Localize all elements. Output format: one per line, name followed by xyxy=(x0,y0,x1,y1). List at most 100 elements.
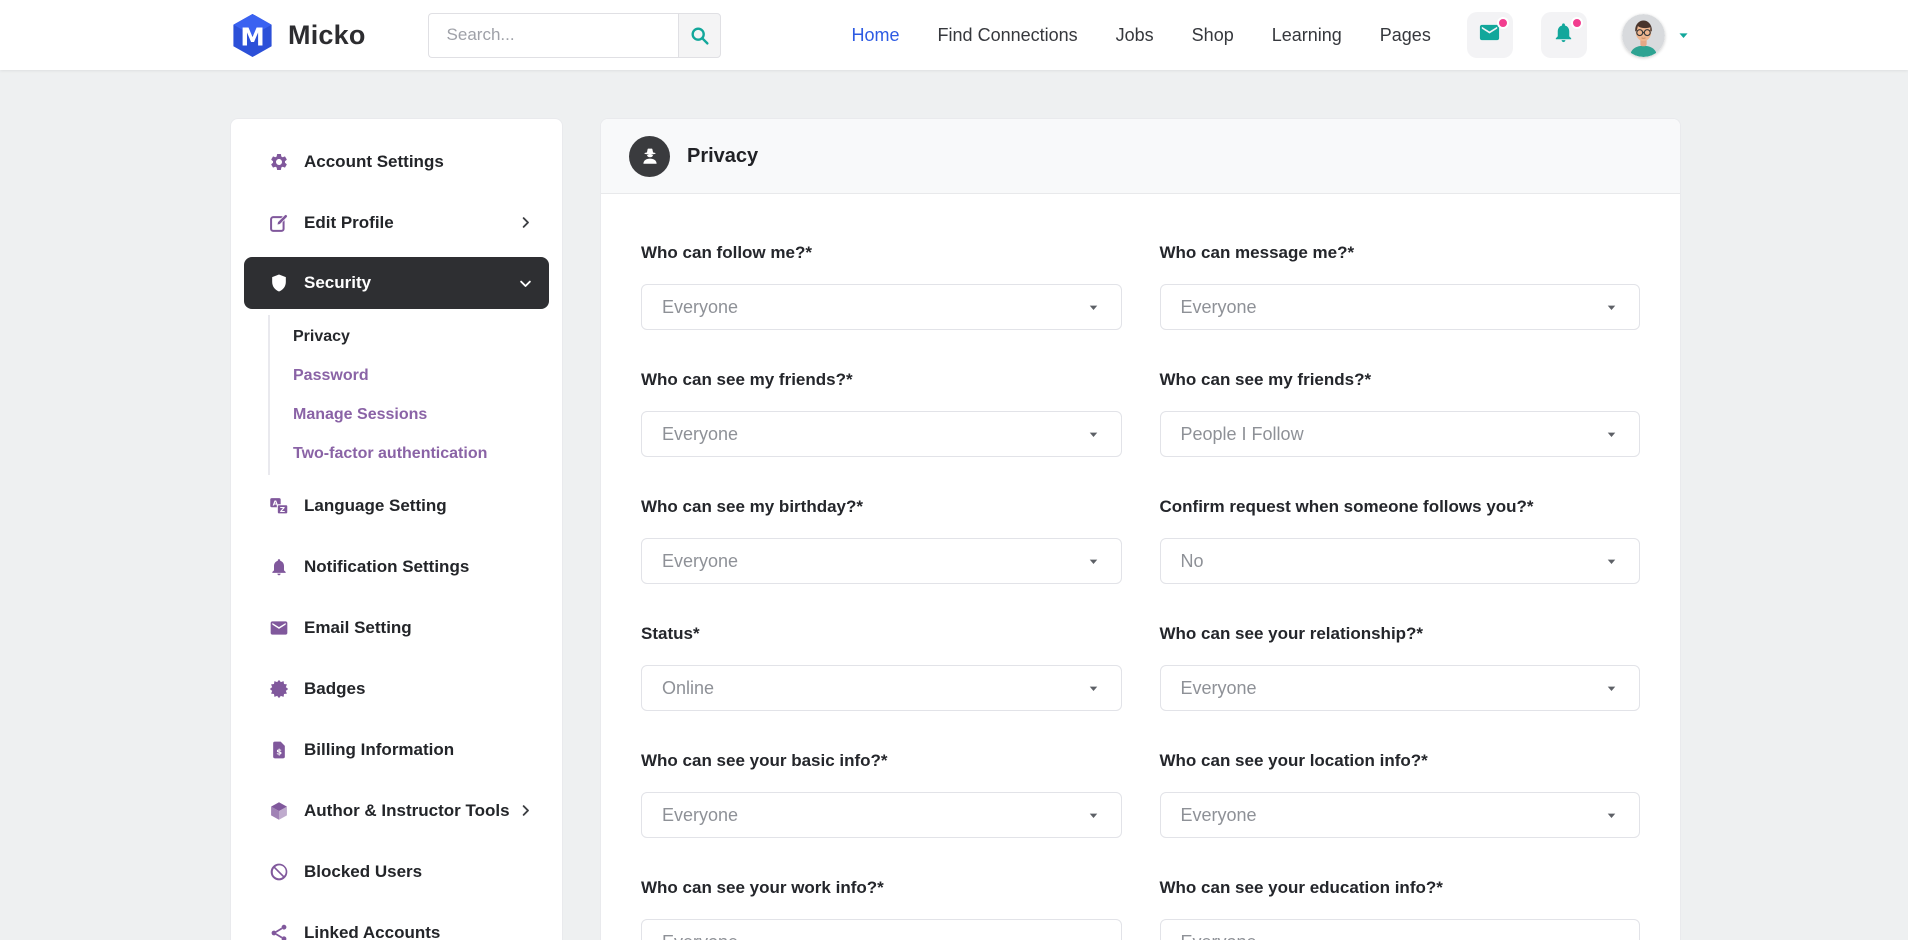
select-who-can-see-your-basic-info[interactable]: Everyone xyxy=(641,792,1122,838)
bell-icon xyxy=(269,557,289,577)
chevron-right-icon xyxy=(518,803,533,818)
sidebar-subitem-password[interactable]: Password xyxy=(270,356,549,395)
sidebar-item-notification-settings[interactable]: Notification Settings xyxy=(244,536,549,597)
security-submenu: Privacy Password Manage Sessions Two-factor… xyxy=(268,315,549,475)
nav-link-jobs[interactable]: Jobs xyxy=(1116,25,1154,46)
sidebar-item-language-setting[interactable]: A Z Language Setting xyxy=(244,475,549,536)
caret-down-icon xyxy=(1086,554,1101,569)
caret-down-icon xyxy=(1086,681,1101,696)
gear-icon xyxy=(269,152,289,172)
select-value: Everyone xyxy=(662,296,739,317)
field-label: Who can see my friends?* xyxy=(1159,370,1372,389)
select-who-can-follow-me[interactable]: Everyone xyxy=(641,284,1122,330)
search-button[interactable] xyxy=(677,12,721,58)
field-label: Who can message me?* xyxy=(1159,243,1355,262)
caret-down-icon xyxy=(1604,681,1619,696)
privacy-form: Who can follow me?* Everyone Who can messa… xyxy=(601,194,1680,940)
sidebar-list: Account Settings Edit Profile Security Priv… xyxy=(244,131,549,940)
field-confirm-request-when-someone-follows-you: Confirm request when someone follows you… xyxy=(1159,497,1640,584)
chevron-down-icon xyxy=(518,276,533,291)
nav-link-shop[interactable]: Shop xyxy=(1192,25,1234,46)
select-value: People I Follow xyxy=(1180,423,1304,444)
top-navbar: M Micko Home Find Connections Jobs Shop Lear… xyxy=(0,0,1908,70)
sidebar-item-badges[interactable]: Badges xyxy=(244,658,549,719)
micko-logo-icon: M xyxy=(233,13,272,57)
search-input[interactable] xyxy=(427,12,678,58)
settings-sidebar: Account Settings Edit Profile Security Priv… xyxy=(230,118,563,940)
sidebar-item-author-instructor-tools[interactable]: Author & Instructor Tools xyxy=(244,780,549,841)
select-who-can-see-my-friends[interactable]: People I Follow xyxy=(1159,411,1640,457)
unread-badge-dot xyxy=(1570,17,1583,29)
share-icon xyxy=(269,923,289,940)
select-who-can-message-me[interactable]: Everyone xyxy=(1159,284,1640,330)
select-who-can-see-your-education-info[interactable]: Everyone xyxy=(1159,919,1640,940)
nav-link-home[interactable]: Home xyxy=(852,25,900,46)
badge-icon xyxy=(269,679,289,699)
select-who-can-see-your-work-info[interactable]: Everyone xyxy=(641,919,1122,940)
select-value: Everyone xyxy=(1180,677,1257,698)
field-label: Status* xyxy=(641,624,700,643)
field-who-can-see-my-birthday: Who can see my birthday?* Everyone xyxy=(641,497,1122,584)
select-status[interactable]: Online xyxy=(641,665,1122,711)
select-value: Everyone xyxy=(662,550,739,571)
field-who-can-see-my-friends: Who can see my friends?* People I Follow xyxy=(1159,370,1640,457)
sidebar-item-linked-accounts[interactable]: Linked Accounts xyxy=(244,902,549,940)
sidebar-item-account-settings[interactable]: Account Settings xyxy=(244,131,549,192)
sidebar-subitem-privacy[interactable]: Privacy xyxy=(270,317,549,356)
sidebar-subitem-manage-sessions[interactable]: Manage Sessions xyxy=(270,395,549,434)
field-who-can-follow-me: Who can follow me?* Everyone xyxy=(641,243,1122,330)
field-label: Who can see my birthday?* xyxy=(641,497,863,516)
field-who-can-see-your-location-info: Who can see your location info?* Everyone xyxy=(1159,751,1640,838)
ban-icon xyxy=(269,862,289,882)
nav-link-learning[interactable]: Learning xyxy=(1272,25,1342,46)
select-who-can-see-your-location-info[interactable]: Everyone xyxy=(1159,792,1640,838)
sidebar-item-label: Blocked Users xyxy=(304,861,423,881)
field-label: Who can follow me?* xyxy=(641,243,812,262)
svg-text:$: $ xyxy=(276,746,282,756)
sidebar-item-blocked-users[interactable]: Blocked Users xyxy=(244,841,549,902)
select-value: Everyone xyxy=(1180,804,1257,825)
envelope-icon xyxy=(269,618,289,638)
svg-text:M: M xyxy=(240,22,264,51)
brand[interactable]: M Micko xyxy=(229,12,366,59)
unread-badge-dot xyxy=(1496,17,1509,29)
select-value: Everyone xyxy=(662,804,739,825)
sidebar-item-email-setting[interactable]: Email Setting xyxy=(244,597,549,658)
invoice-icon: $ xyxy=(269,740,289,760)
select-who-can-see-my-birthday[interactable]: Everyone xyxy=(641,538,1122,584)
user-menu[interactable] xyxy=(1621,13,1691,57)
sidebar-item-billing-information[interactable]: $ Billing Information xyxy=(244,719,549,780)
sidebar-item-security[interactable]: Security xyxy=(244,257,549,309)
sidebar-item-edit-profile[interactable]: Edit Profile xyxy=(244,192,549,253)
field-who-can-see-your-education-info: Who can see your education info?* Everyon… xyxy=(1159,878,1640,940)
main-nav: Home Find Connections Jobs Shop Learning Page… xyxy=(852,25,1431,46)
panel-title: Privacy xyxy=(687,144,759,167)
field-label: Who can see your basic info?* xyxy=(641,751,888,770)
messages-button[interactable] xyxy=(1466,12,1513,58)
select-value: Everyone xyxy=(662,932,738,940)
select-value: Everyone xyxy=(1181,932,1257,940)
navbar-icon-buttons xyxy=(1466,12,1587,58)
sidebar-item-label: Author & Instructor Tools xyxy=(304,800,510,820)
avatar[interactable] xyxy=(1621,13,1665,57)
avatar-illustration xyxy=(1621,13,1665,57)
nav-link-pages[interactable]: Pages xyxy=(1380,25,1431,46)
spy-icon xyxy=(629,135,670,177)
sidebar-item-label: Edit Profile xyxy=(304,212,394,232)
sidebar-item-label: Badges xyxy=(304,678,366,698)
sidebar-subitem-two-factor-authentication[interactable]: Two-factor authentication xyxy=(270,434,549,473)
notifications-button[interactable] xyxy=(1540,12,1587,58)
chevron-down-icon xyxy=(1676,28,1691,43)
cube-icon xyxy=(269,801,289,821)
caret-down-icon xyxy=(1604,427,1619,442)
caret-down-icon xyxy=(1604,935,1619,940)
caret-down-icon xyxy=(1086,935,1101,940)
select-value: Everyone xyxy=(1180,296,1257,317)
select-confirm-request-when-someone-follows-you[interactable]: No xyxy=(1159,538,1640,584)
nav-link-find-connections[interactable]: Find Connections xyxy=(938,25,1078,46)
select-who-can-see-your-relationship[interactable]: Everyone xyxy=(1159,665,1640,711)
caret-down-icon xyxy=(1604,300,1619,315)
brand-name: Micko xyxy=(288,19,366,50)
select-who-can-see-my-friends[interactable]: Everyone xyxy=(641,411,1122,457)
privacy-panel: Privacy Who can follow me?* Everyone Who c… xyxy=(600,118,1681,940)
